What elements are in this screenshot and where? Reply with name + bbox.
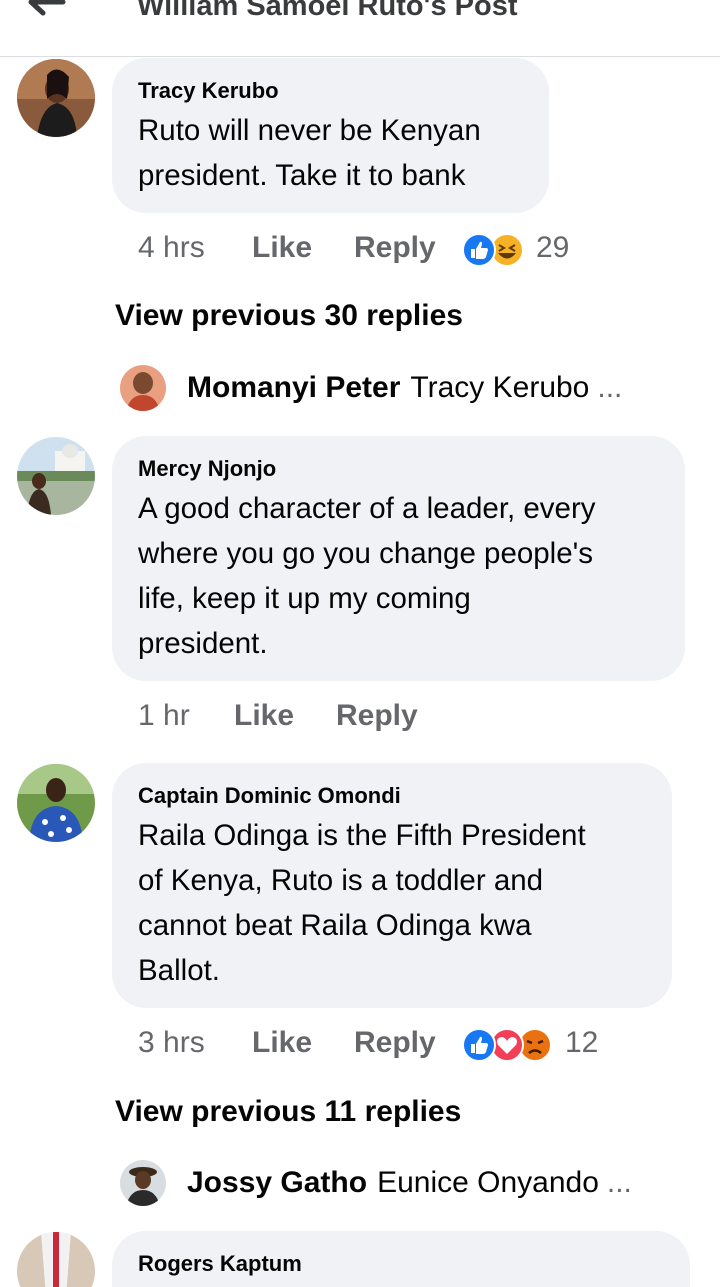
comment-bubble: Rogers Kaptum [112, 1231, 690, 1287]
like-button[interactable]: Like [234, 699, 294, 733]
reply-ellipsis: ... [606, 1166, 632, 1199]
reply-ellipsis: ... [597, 371, 623, 404]
latest-reply-preview[interactable]: Jossy Gatho Eunice Onyando... [187, 1166, 632, 1200]
comment-text-line: Ruto will never be Kenyan [138, 114, 481, 147]
comment-author[interactable]: Mercy Njonjo [138, 456, 276, 482]
reactions-summary[interactable] [461, 1027, 553, 1063]
like-button[interactable]: Like [252, 1026, 312, 1060]
view-previous-replies-button[interactable]: View previous 30 replies [115, 299, 463, 333]
comment-text-line: Ballot. [138, 954, 220, 987]
comment-author[interactable]: Captain Dominic Omondi [138, 783, 401, 809]
reply-text: Tracy Kerubo [410, 371, 590, 404]
reply-text: Eunice Onyando [377, 1166, 599, 1199]
comment-timestamp: 3 hrs [138, 1026, 205, 1059]
like-button[interactable]: Like [252, 231, 312, 265]
comment-timestamp: 1 hr [138, 699, 190, 732]
avatar-momanyi-peter[interactable] [120, 365, 166, 411]
post-header: William Samoei Ruto's Post [0, 0, 720, 57]
avatar-mercy-njonjo[interactable] [17, 437, 95, 515]
avatar-jossy-gatho[interactable] [120, 1160, 166, 1206]
reply-button[interactable]: Reply [354, 231, 436, 265]
like-icon [462, 233, 496, 267]
reply-button[interactable]: Reply [354, 1026, 436, 1060]
comment-bubble: Mercy Njonjo A good character of a leade… [112, 436, 685, 681]
avatar-rogers-kaptum[interactable] [17, 1232, 95, 1287]
comment-text-line: president. [138, 627, 268, 660]
reply-author[interactable]: Momanyi Peter [187, 371, 400, 404]
reaction-count[interactable]: 12 [565, 1026, 598, 1060]
comment-timestamp: 4 hrs [138, 231, 205, 264]
back-button[interactable] [22, 0, 72, 22]
comment-text-line: life, keep it up my coming [138, 582, 471, 615]
comment-bubble: Captain Dominic Omondi Raila Odinga is t… [112, 763, 672, 1008]
comment-text-line: where you go you change people's [138, 537, 594, 570]
back-arrow-icon [28, 0, 66, 16]
comment-text-line: Raila Odinga is the Fifth President [138, 819, 586, 852]
view-previous-replies-button[interactable]: View previous 11 replies [115, 1095, 461, 1129]
latest-reply-preview[interactable]: Momanyi Peter Tracy Kerubo... [187, 371, 622, 405]
reaction-count[interactable]: 29 [536, 231, 569, 265]
comment-author[interactable]: Tracy Kerubo [138, 78, 279, 104]
comment-text-line: cannot beat Raila Odinga kwa [138, 909, 532, 942]
page-title: William Samoei Ruto's Post [137, 0, 518, 22]
avatar-tracy-kerubo[interactable] [17, 59, 95, 137]
comment-bubble: Tracy Kerubo Ruto will never be Kenyan p… [112, 58, 549, 213]
reply-author[interactable]: Jossy Gatho [187, 1166, 367, 1199]
comment-text-line: president. Take it to bank [138, 159, 466, 192]
reactions-summary[interactable] [461, 232, 525, 268]
reply-button[interactable]: Reply [336, 699, 418, 733]
comment-text-line: of Kenya, Ruto is a toddler and [138, 864, 544, 897]
avatar-captain-dominic-omondi[interactable] [17, 764, 95, 842]
like-icon [462, 1028, 496, 1062]
comment-author[interactable]: Rogers Kaptum [138, 1251, 302, 1277]
comment-text-line: A good character of a leader, every [138, 492, 596, 525]
